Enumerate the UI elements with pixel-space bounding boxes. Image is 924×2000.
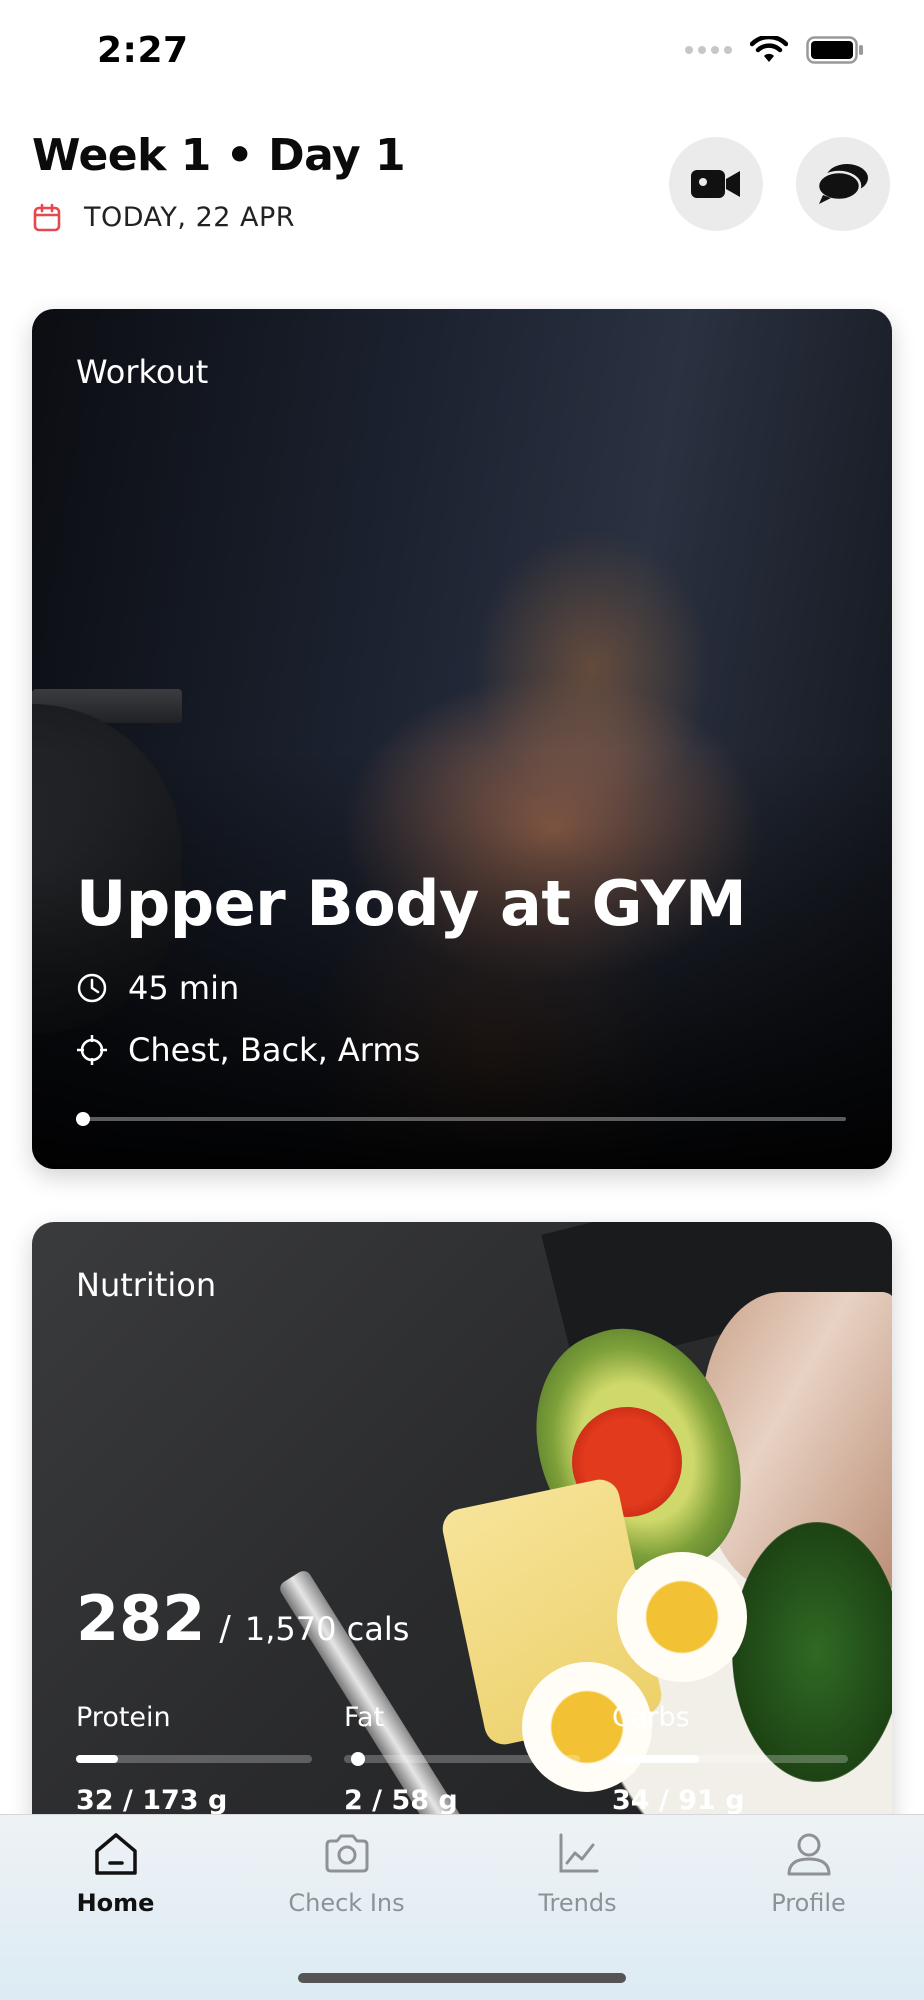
workout-label: Workout <box>76 353 209 391</box>
nutrition-card[interactable]: Nutrition 282 / 1,570 cals Protein 32 / … <box>32 1222 892 1862</box>
calories-summary: 282 / 1,570 cals <box>76 1582 409 1655</box>
macro-amount: 34 / 91 g <box>612 1785 745 1816</box>
macro-protein: Protein 32 / 173 g <box>76 1702 312 1816</box>
tab-label: Check Ins <box>288 1889 405 1917</box>
wifi-icon <box>750 36 788 62</box>
workout-progress-bar <box>76 1112 846 1126</box>
macro-amount: 32 / 173 g <box>76 1785 228 1816</box>
nutrition-label: Nutrition <box>76 1266 217 1304</box>
macro-name: Carbs <box>612 1702 690 1733</box>
workout-title: Upper Body at GYM <box>76 867 747 940</box>
tab-bar: Home Check Ins Trends Profile <box>0 1814 924 2000</box>
macro-name: Fat <box>344 1702 385 1733</box>
calories-consumed: 282 <box>76 1582 206 1655</box>
home-indicator <box>298 1973 626 1983</box>
macro-carbs: Carbs 34 / 91 g <box>612 1702 848 1816</box>
tab-label: Home <box>76 1889 155 1917</box>
header-date: TODAY, 22 APR <box>32 202 295 233</box>
home-icon <box>94 1833 137 1875</box>
status-time: 2:27 <box>97 30 189 71</box>
calendar-icon <box>33 203 61 231</box>
macro-progress-fill <box>612 1755 700 1763</box>
macro-amount: 2 / 58 g <box>344 1785 458 1816</box>
tab-profile[interactable]: Profile <box>693 1829 924 1917</box>
macro-progress-bar <box>344 1752 580 1766</box>
workout-muscles-text: Chest, Back, Arms <box>128 1031 421 1069</box>
chat-bubbles-icon <box>816 164 868 204</box>
macro-fat: Fat 2 / 58 g <box>344 1702 580 1816</box>
workout-duration: 45 min <box>76 969 239 1007</box>
workout-duration-text: 45 min <box>128 969 240 1007</box>
macro-progress-fill <box>76 1755 119 1763</box>
workout-card[interactable]: Workout Upper Body at GYM 45 min Chest, … <box>32 309 892 1169</box>
tab-label: Profile <box>771 1889 846 1917</box>
page-title: Week 1 • Day 1 <box>32 130 406 181</box>
user-icon <box>787 1833 830 1876</box>
chart-icon <box>559 1833 598 1873</box>
camera-icon <box>325 1834 368 1873</box>
macro-progress-bar <box>612 1755 848 1763</box>
tab-label: Trends <box>538 1889 617 1917</box>
macro-name: Protein <box>76 1702 171 1733</box>
video-camera-icon <box>691 170 740 198</box>
workout-progress-dot <box>76 1112 90 1126</box>
calories-separator: / <box>219 1609 231 1649</box>
tab-trends[interactable]: Trends <box>462 1829 693 1917</box>
battery-icon <box>806 36 863 64</box>
macro-progress-dot <box>350 1752 365 1766</box>
tab-home[interactable]: Home <box>0 1829 231 1917</box>
macro-progress-bar <box>76 1755 312 1763</box>
status-bar: 2:27 <box>0 0 924 100</box>
cellular-signal-icon <box>685 46 732 54</box>
chat-button[interactable] <box>796 137 890 231</box>
calories-target: 1,570 cals <box>244 1610 410 1648</box>
video-call-button[interactable] <box>669 137 763 231</box>
status-icons <box>685 36 864 64</box>
clock-icon <box>77 973 107 1003</box>
tab-check-ins[interactable]: Check Ins <box>231 1829 462 1917</box>
date-label: TODAY, 22 APR <box>84 202 296 233</box>
target-icon <box>77 1035 107 1065</box>
workout-target-muscles: Chest, Back, Arms <box>76 1031 420 1069</box>
